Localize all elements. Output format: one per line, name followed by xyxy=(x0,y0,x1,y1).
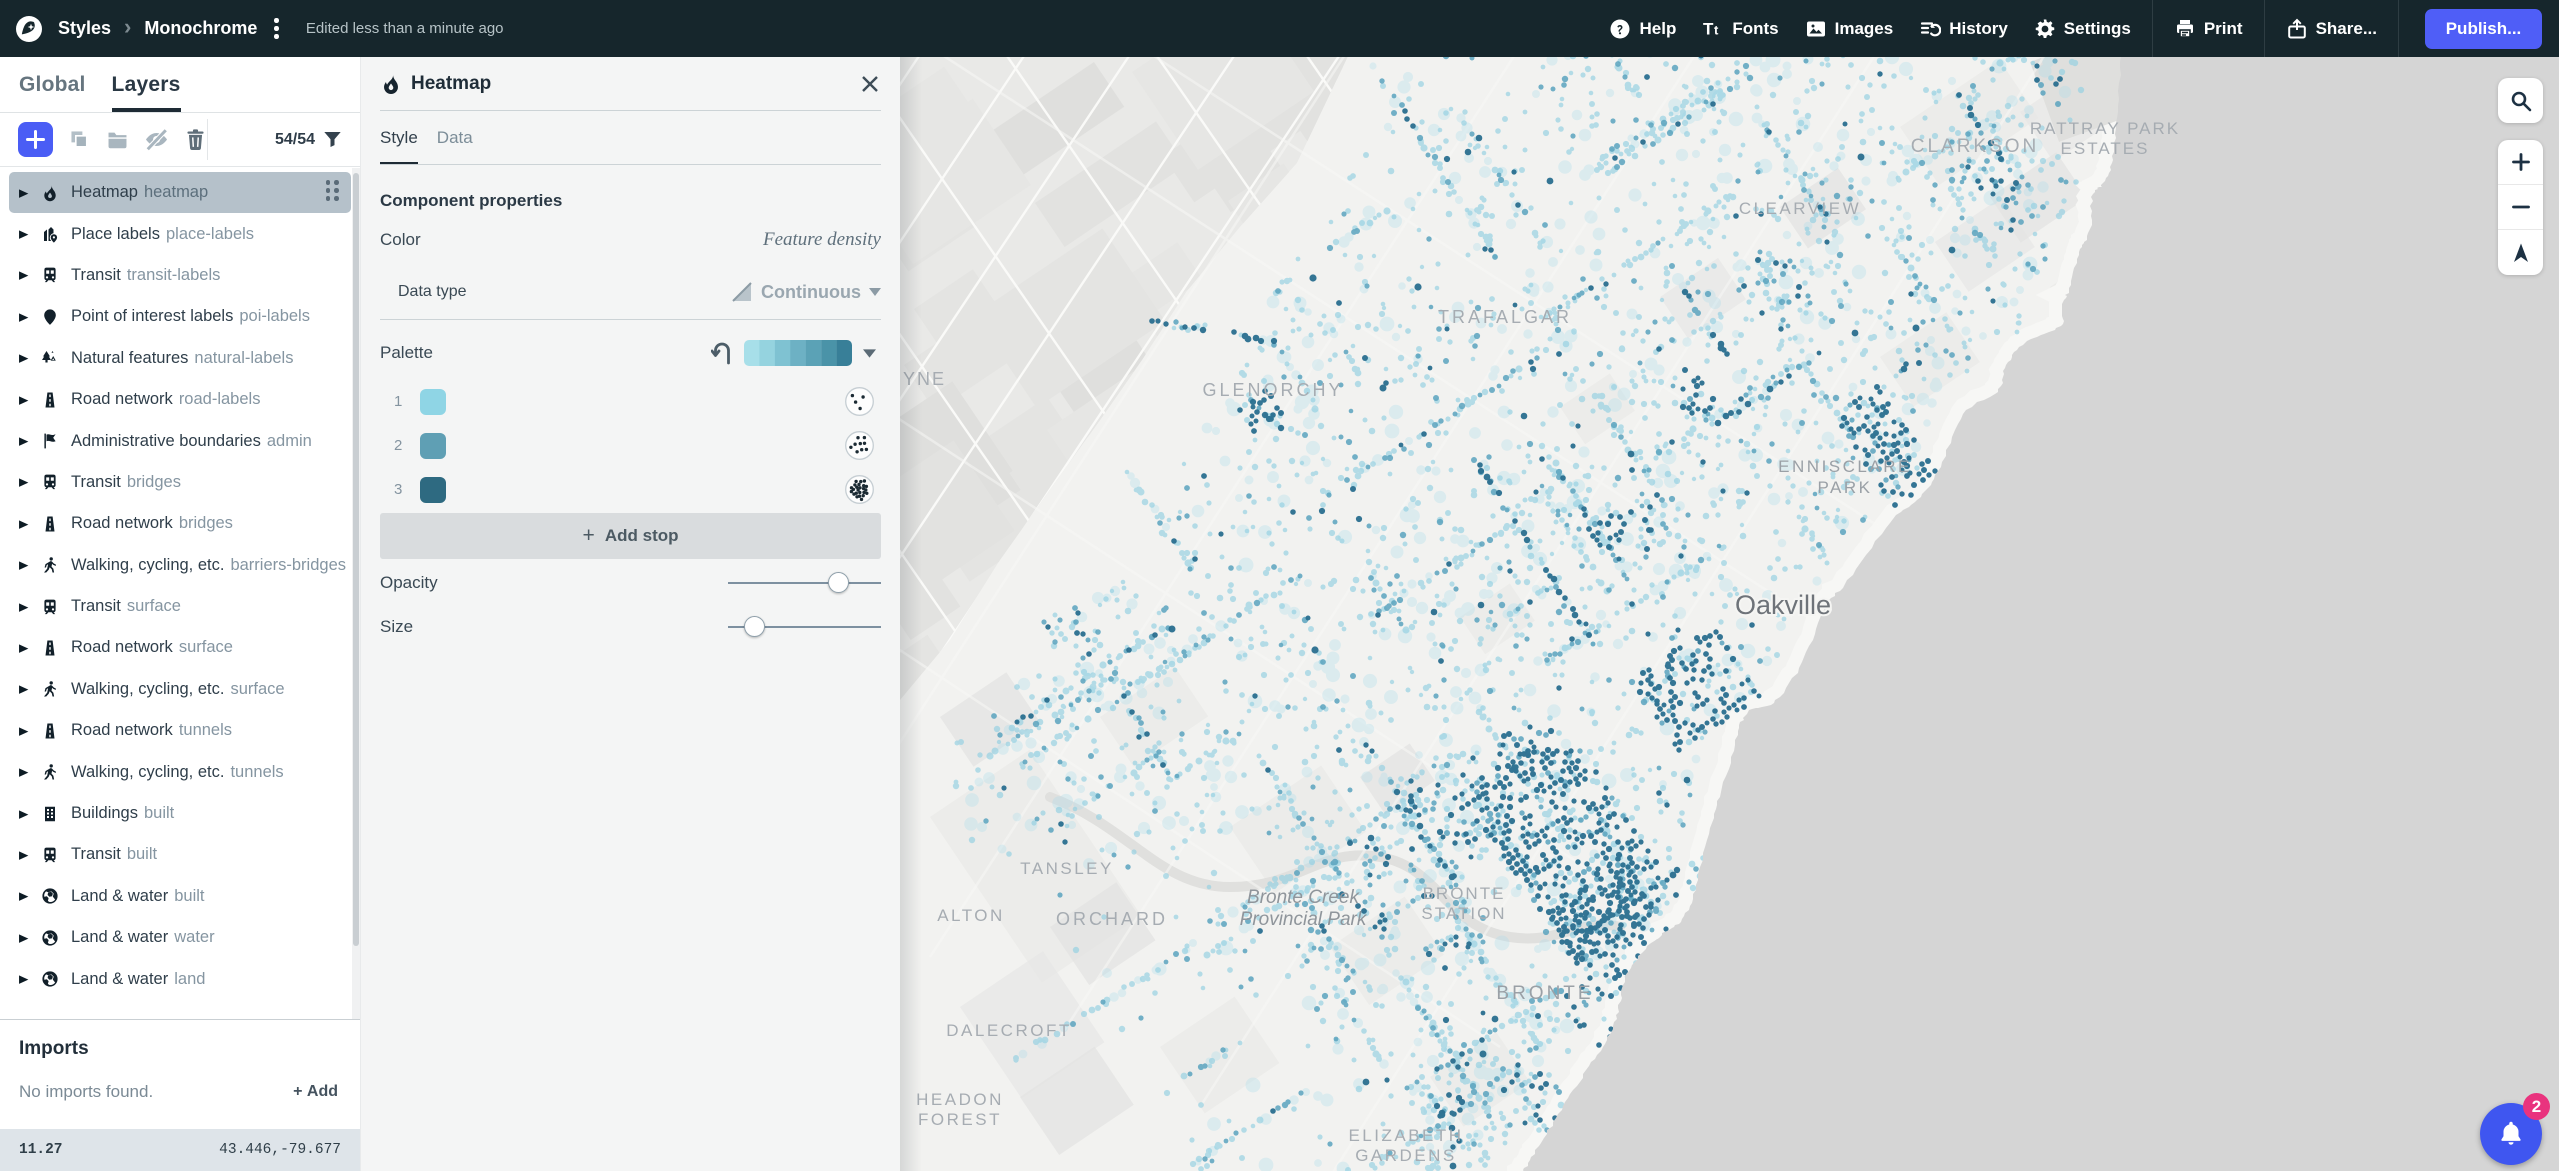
svg-text:t: t xyxy=(1714,22,1719,37)
svg-text:T: T xyxy=(1703,19,1714,38)
